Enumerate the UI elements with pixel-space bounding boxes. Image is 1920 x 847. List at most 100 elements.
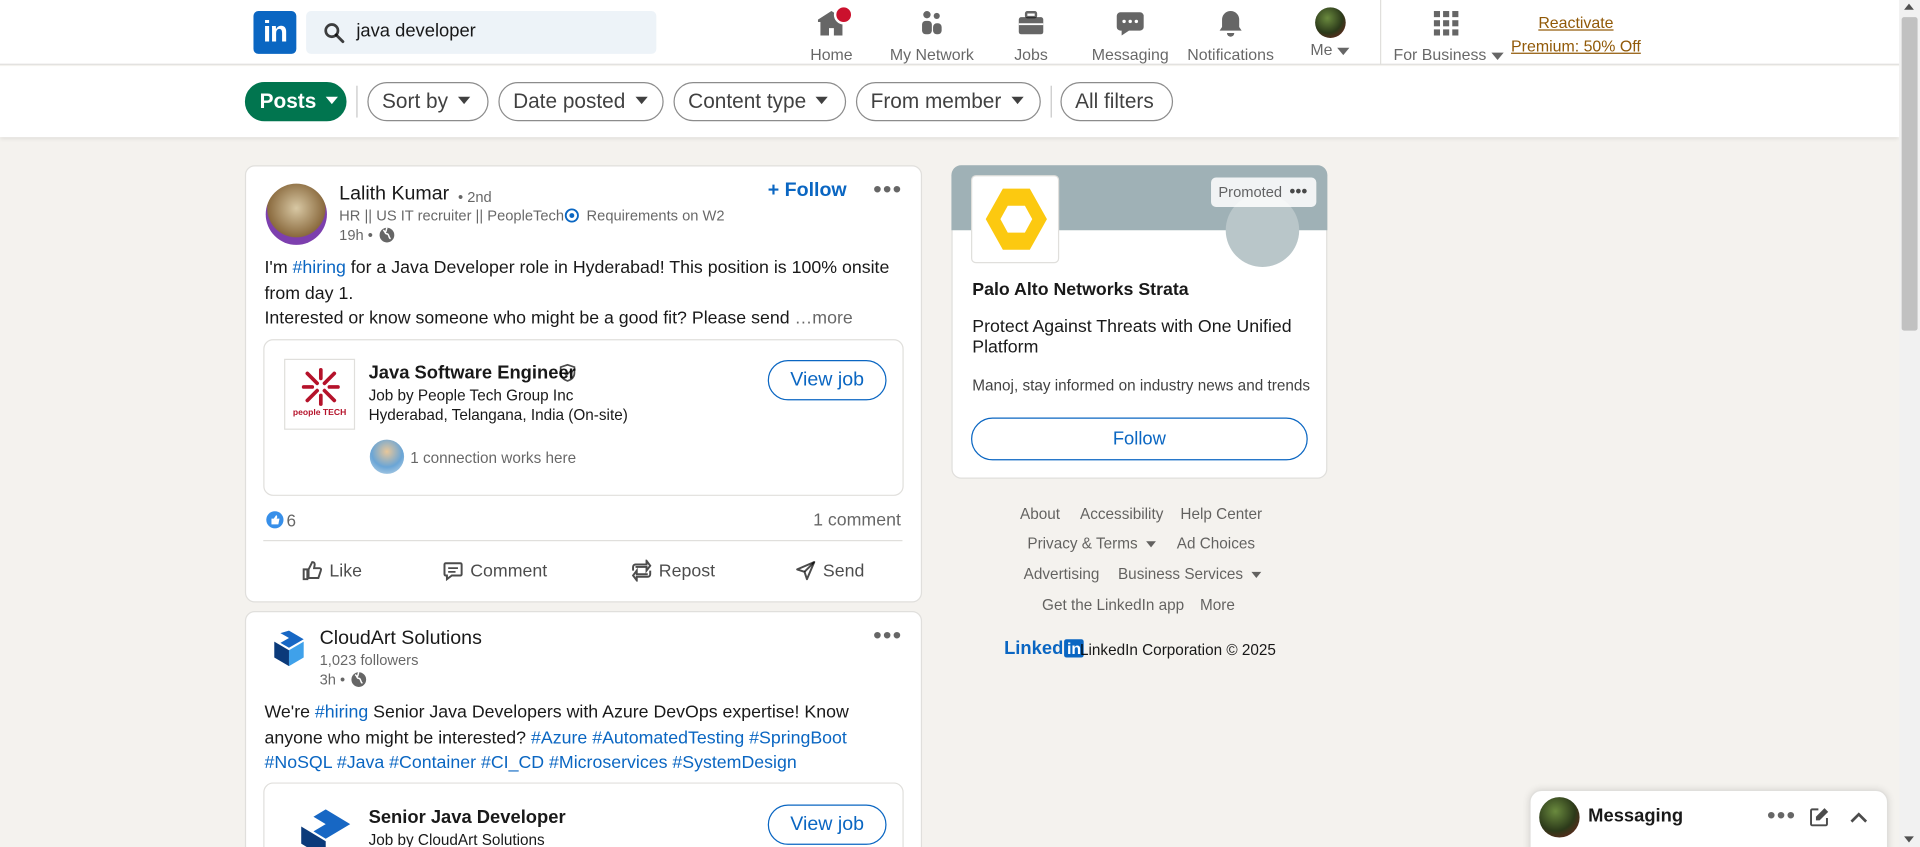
compose-icon[interactable] <box>1809 807 1830 828</box>
caret-down-icon <box>1490 52 1504 60</box>
footer-link-get-app[interactable]: Get the LinkedIn app <box>1042 596 1184 613</box>
nav-jobs[interactable]: Jobs <box>983 5 1079 64</box>
send-button[interactable]: Send <box>795 560 865 582</box>
linkedin-logo[interactable]: in <box>253 11 297 54</box>
search-value: java developer <box>356 20 476 42</box>
filter-sort-by[interactable]: Sort by <box>367 82 489 122</box>
like-button[interactable]: Like <box>301 560 362 582</box>
caret-down-icon <box>326 96 339 104</box>
filter-posts[interactable]: Posts <box>244 82 347 122</box>
view-job-button[interactable]: View job <box>767 804 887 845</box>
page: in java developer Home My Network Jobs M… <box>0 0 1920 847</box>
divider <box>263 540 903 542</box>
post-text-part: We're <box>264 702 315 723</box>
nav-notifications[interactable]: Notifications <box>1183 5 1279 64</box>
see-more-link[interactable]: …more <box>795 309 853 329</box>
follow-button[interactable]: + Follow <box>768 180 847 202</box>
filter-content-type[interactable]: Content type <box>673 82 847 122</box>
company-logo[interactable] <box>971 175 1060 264</box>
nav-home[interactable]: Home <box>784 5 880 64</box>
footer-link-accessibility[interactable]: Accessibility <box>1080 506 1163 523</box>
job-title[interactable]: Java Software Engineer <box>369 362 576 383</box>
footer-link-help-center[interactable]: Help Center <box>1180 506 1262 523</box>
footer-link-business-services[interactable]: Business Services <box>1118 566 1261 583</box>
avatar[interactable] <box>1315 7 1346 38</box>
repost-icon <box>631 557 652 584</box>
repost-button[interactable]: Repost <box>631 557 716 584</box>
filter-date-posted[interactable]: Date posted <box>498 82 664 122</box>
messaging-overlay[interactable] <box>1529 789 1889 847</box>
author-avatar[interactable] <box>265 183 327 245</box>
caret-down-icon <box>1250 572 1261 579</box>
follower-count: 1,023 followers <box>319 651 419 669</box>
briefcase-icon <box>1018 11 1044 35</box>
scroll-up-arrow-icon[interactable] <box>1904 3 1914 10</box>
company-logo <box>301 809 351 847</box>
more-options-icon[interactable]: ••• <box>1767 803 1795 827</box>
filter-label: Content type <box>688 89 807 113</box>
nav-messaging[interactable]: Messaging <box>1082 5 1178 64</box>
globe-icon <box>379 227 395 243</box>
filter-all-filters[interactable]: All filters <box>1060 82 1174 122</box>
scroll-down-arrow-icon[interactable] <box>1904 836 1914 843</box>
nav-divider <box>1380 0 1382 65</box>
promoted-label: Promoted ••• <box>1211 176 1317 207</box>
footer-link-advertising[interactable]: Advertising <box>1024 566 1100 583</box>
view-job-button[interactable]: View job <box>767 360 887 401</box>
bell-icon <box>1219 11 1242 37</box>
scrollbar-thumb[interactable] <box>1901 17 1918 331</box>
chevron-up-icon[interactable] <box>1849 809 1869 824</box>
connection-avatar <box>369 439 405 474</box>
hashtag-link[interactable]: #hiring <box>293 258 346 278</box>
filter-divider <box>1050 85 1052 118</box>
post-text: I'm #hiring for a Java Developer role in… <box>264 256 907 331</box>
filter-label: Sort by <box>382 89 448 113</box>
job-title[interactable]: Senior Java Developer <box>369 807 566 828</box>
messaging-avatar <box>1539 797 1580 838</box>
nav-label: My Network <box>889 45 974 64</box>
filter-label: All filters <box>1075 89 1154 113</box>
nav-me[interactable]: Me <box>1282 37 1378 61</box>
filter-divider <box>356 85 358 118</box>
copyright: LinkedIn Corporation © 2025 <box>1080 641 1276 659</box>
caret-down-icon <box>457 96 471 104</box>
action-label: Send <box>822 562 865 582</box>
job-company: Job by People Tech Group Inc <box>368 386 574 405</box>
comment-count[interactable]: 1 comment <box>813 511 901 531</box>
post-text-part: I'm <box>264 258 293 278</box>
comment-button[interactable]: Comment <box>442 560 547 582</box>
action-label: Repost <box>658 562 716 582</box>
author-headline: HR || US IT recruiter || PeopleTech <box>339 206 565 225</box>
ad-subtext: Manoj, stay informed on industry news an… <box>972 377 1311 395</box>
people-icon <box>922 11 942 35</box>
job-location: Hyderabad, Telangana, India (On-site) <box>368 406 628 424</box>
logo-text: people TECH <box>292 408 347 418</box>
hashtag-link[interactable]: #hiring <box>315 703 368 723</box>
reactivate-premium-link[interactable]: Reactivate Premium: 50% Off <box>1504 11 1648 58</box>
verified-icon <box>564 208 579 223</box>
footer-link-about[interactable]: About <box>1020 506 1060 523</box>
headline-extra: Requirements on W2 <box>586 206 725 225</box>
author-name[interactable]: Lalith Kumar <box>339 184 449 206</box>
more-options-icon[interactable]: ••• <box>873 623 901 647</box>
filter-label: Date posted <box>513 89 626 113</box>
cloudart-logo-icon[interactable] <box>268 627 310 669</box>
footer-link-ad-choices[interactable]: Ad Choices <box>1177 535 1255 552</box>
nav-my-network[interactable]: My Network <box>884 5 980 64</box>
messaging-label[interactable]: Messaging <box>1588 806 1683 827</box>
people-tech-logo-icon <box>301 367 340 406</box>
ad-company-name[interactable]: Palo Alto Networks Strata <box>972 280 1188 300</box>
thumbs-up-icon <box>302 561 323 581</box>
caret-down-icon <box>1336 47 1350 55</box>
nav-for-business[interactable]: For Business <box>1393 5 1504 64</box>
send-icon <box>796 561 816 581</box>
reaction-count[interactable]: 6 <box>287 511 297 531</box>
ad-follow-button[interactable]: Follow <box>971 417 1308 461</box>
footer-link-more[interactable]: More <box>1200 596 1235 613</box>
more-options-icon[interactable]: ••• <box>873 178 901 202</box>
author-name[interactable]: CloudArt Solutions <box>320 628 482 650</box>
footer-link-privacy[interactable]: Privacy & Terms <box>1027 535 1156 552</box>
palo-alto-logo-icon <box>985 188 1047 250</box>
more-options-icon[interactable]: ••• <box>1289 176 1307 205</box>
filter-from-member[interactable]: From member <box>855 82 1041 122</box>
